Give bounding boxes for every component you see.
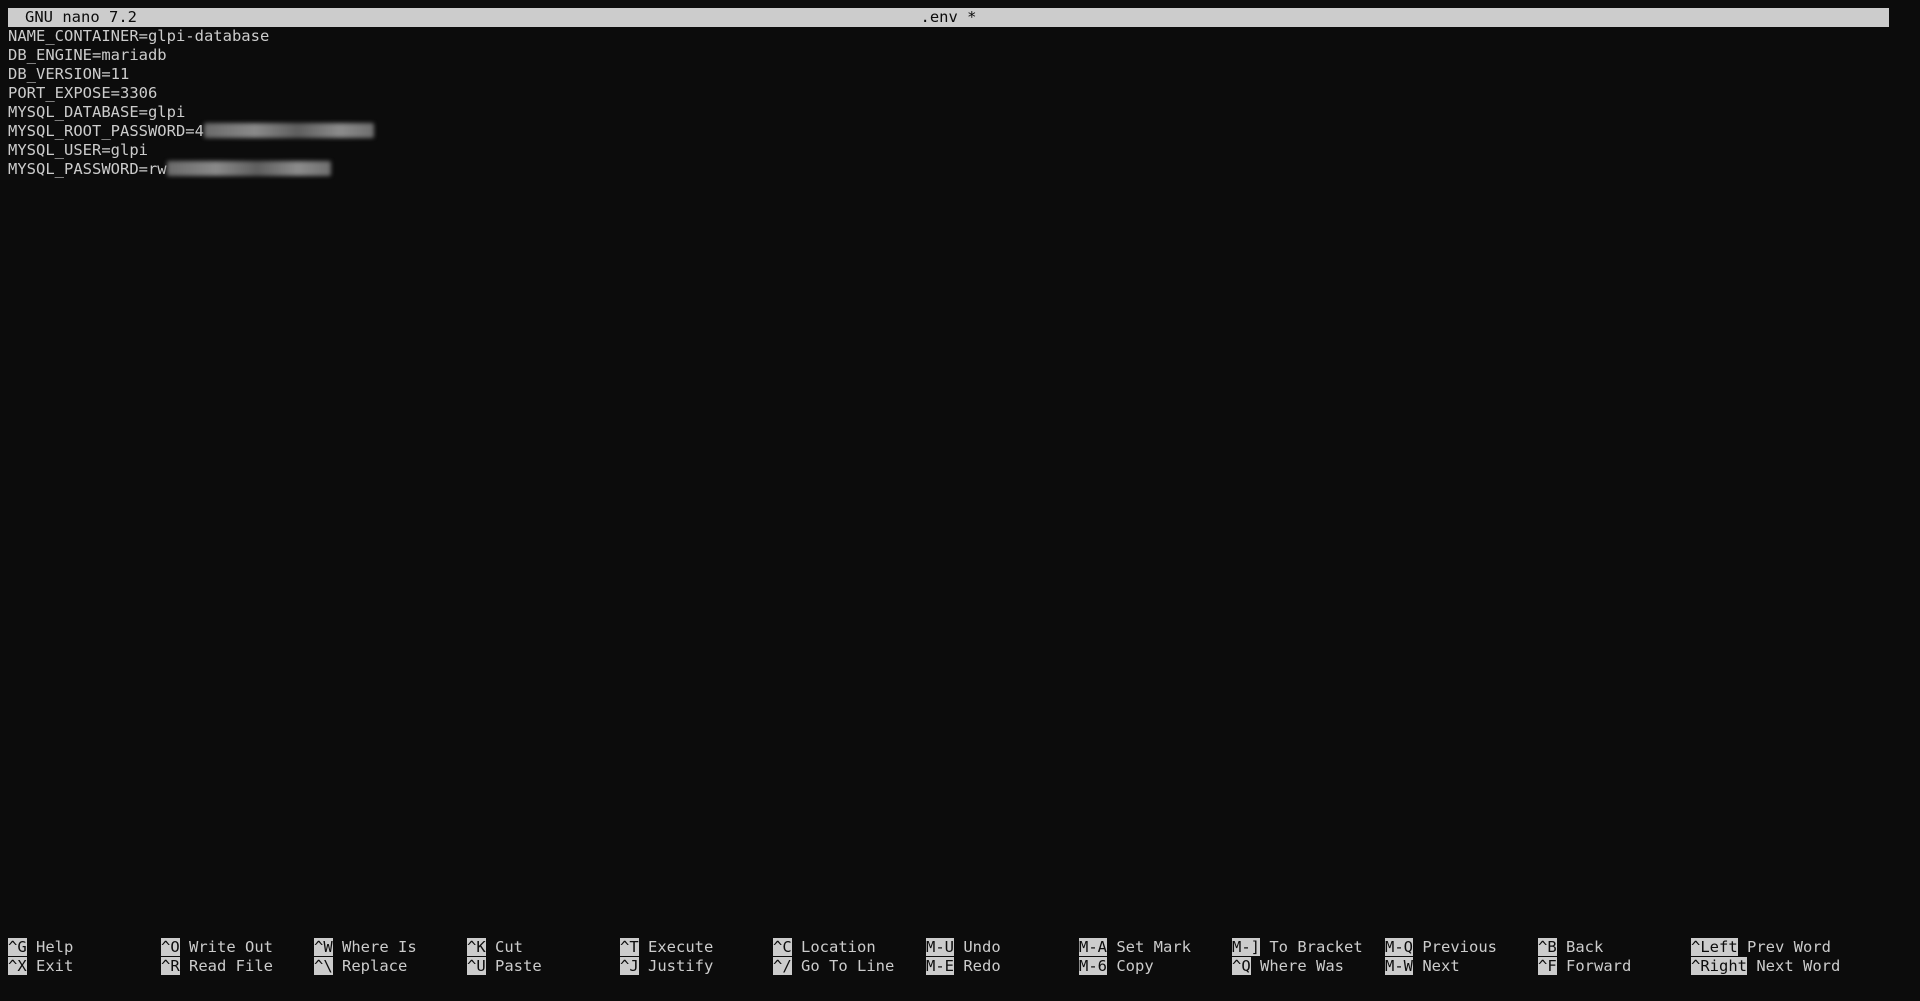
shortcut-label: Next [1422, 957, 1460, 975]
shortcut-cut[interactable]: ^K Cut [467, 938, 523, 957]
shortcut-key: ^R [161, 957, 180, 975]
editor-line-password[interactable]: MYSQL_PASSWORD=rw [8, 160, 1890, 179]
shortcut-key: ^K [467, 938, 486, 956]
editor-line-text: MYSQL_PASSWORD=rw [8, 160, 167, 178]
redacted-blur [203, 123, 374, 138]
shortcut-key: M-W [1385, 957, 1413, 975]
shortcut-next[interactable]: M-W Next [1385, 957, 1460, 976]
shortcut-label: Forward [1566, 957, 1632, 975]
editor-line[interactable]: DB_ENGINE=mariadb [8, 46, 1890, 65]
shortcut-key: ^X [8, 957, 27, 975]
shortcut-label: Read File [189, 957, 274, 975]
file-name: .env * [920, 8, 977, 26]
shortcut-key: ^U [467, 957, 486, 975]
shortcut-justify[interactable]: ^J Justify [620, 957, 713, 976]
shortcut-label: Execute [648, 938, 714, 956]
shortcut-where-is[interactable]: ^W Where Is [314, 938, 417, 957]
editor-line[interactable]: MYSQL_USER=glpi [8, 141, 1890, 160]
editor-line-root-password[interactable]: MYSQL_ROOT_PASSWORD=4 [8, 122, 1890, 141]
editor-line[interactable]: PORT_EXPOSE=3306 [8, 84, 1890, 103]
title-bar: GNU nano 7.2 .env * [8, 8, 1889, 27]
shortcut-label: Go To Line [801, 957, 895, 975]
shortcut-label: Exit [36, 957, 74, 975]
shortcut-key: ^Right [1691, 957, 1747, 975]
shortcut-execute[interactable]: ^T Execute [620, 938, 713, 957]
redacted-blur [166, 161, 331, 176]
shortcut-key: ^F [1538, 957, 1557, 975]
shortcut-label: Location [801, 938, 876, 956]
editor-line[interactable]: NAME_CONTAINER=glpi-database [8, 27, 1890, 46]
shortcut-label: Write Out [189, 938, 274, 956]
shortcut-location[interactable]: ^C Location [773, 938, 876, 957]
shortcut-exit[interactable]: ^X Exit [8, 957, 73, 976]
shortcut-key: M-] [1232, 938, 1260, 956]
shortcut-key: M-A [1079, 938, 1107, 956]
shortcut-next-word[interactable]: ^Right Next Word [1691, 957, 1840, 976]
shortcut-label: Previous [1422, 938, 1497, 956]
editor-line[interactable]: DB_VERSION=11 [8, 65, 1890, 84]
shortcut-key: ^J [620, 957, 639, 975]
shortcut-copy[interactable]: M-6 Copy [1079, 957, 1154, 976]
shortcut-read-file[interactable]: ^R Read File [161, 957, 273, 976]
shortcut-replace[interactable]: ^\ Replace [314, 957, 407, 976]
shortcut-set-mark[interactable]: M-A Set Mark [1079, 938, 1191, 957]
shortcut-forward[interactable]: ^F Forward [1538, 957, 1631, 976]
shortcut-write-out[interactable]: ^O Write Out [161, 938, 273, 957]
shortcut-label: Where Was [1260, 957, 1345, 975]
shortcut-key: ^\ [314, 957, 333, 975]
shortcut-key: ^Q [1232, 957, 1251, 975]
shortcut-undo[interactable]: M-U Undo [926, 938, 1001, 957]
shortcut-key: M-E [926, 957, 954, 975]
shortcut-label: Paste [495, 957, 542, 975]
shortcut-label: Replace [342, 957, 408, 975]
shortcut-label: Undo [963, 938, 1001, 956]
shortcut-where-was[interactable]: ^Q Where Was [1232, 957, 1344, 976]
editor-line[interactable]: MYSQL_DATABASE=glpi [8, 103, 1890, 122]
shortcut-key: ^C [773, 938, 792, 956]
shortcut-key: ^B [1538, 938, 1557, 956]
shortcut-back[interactable]: ^B Back [1538, 938, 1603, 957]
shortcut-label: Set Mark [1116, 938, 1191, 956]
shortcut-label: Next Word [1756, 957, 1841, 975]
editor-line-text: MYSQL_ROOT_PASSWORD=4 [8, 122, 204, 140]
shortcut-to-bracket[interactable]: M-] To Bracket [1232, 938, 1363, 957]
shortcut-key: M-U [926, 938, 954, 956]
shortcut-label: Prev Word [1747, 938, 1832, 956]
shortcut-label: Copy [1116, 957, 1154, 975]
shortcut-key: ^Left [1691, 938, 1738, 956]
shortcut-bar: ^G Help ^O Write Out ^W Where Is ^K Cut … [8, 938, 1908, 976]
shortcut-key: ^/ [773, 957, 792, 975]
shortcut-key: M-6 [1079, 957, 1107, 975]
shortcut-redo[interactable]: M-E Redo [926, 957, 1001, 976]
shortcut-key: ^T [620, 938, 639, 956]
shortcut-label: Justify [648, 957, 714, 975]
shortcut-label: Back [1566, 938, 1604, 956]
shortcut-go-to-line[interactable]: ^/ Go To Line [773, 957, 894, 976]
shortcut-label: Redo [963, 957, 1001, 975]
shortcut-label: Where Is [342, 938, 417, 956]
text-editor-area[interactable]: NAME_CONTAINER=glpi-database DB_ENGINE=m… [8, 27, 1890, 927]
shortcut-key: ^G [8, 938, 27, 956]
shortcut-prev-word[interactable]: ^Left Prev Word [1691, 938, 1831, 957]
shortcut-label: Cut [495, 938, 524, 956]
shortcut-key: ^W [314, 938, 333, 956]
shortcut-label: Help [36, 938, 74, 956]
shortcut-help[interactable]: ^G Help [8, 938, 73, 957]
shortcut-previous[interactable]: M-Q Previous [1385, 938, 1497, 957]
shortcut-key: ^O [161, 938, 180, 956]
shortcut-label: To Bracket [1269, 938, 1363, 956]
shortcut-key: M-Q [1385, 938, 1413, 956]
shortcut-paste[interactable]: ^U Paste [467, 957, 542, 976]
